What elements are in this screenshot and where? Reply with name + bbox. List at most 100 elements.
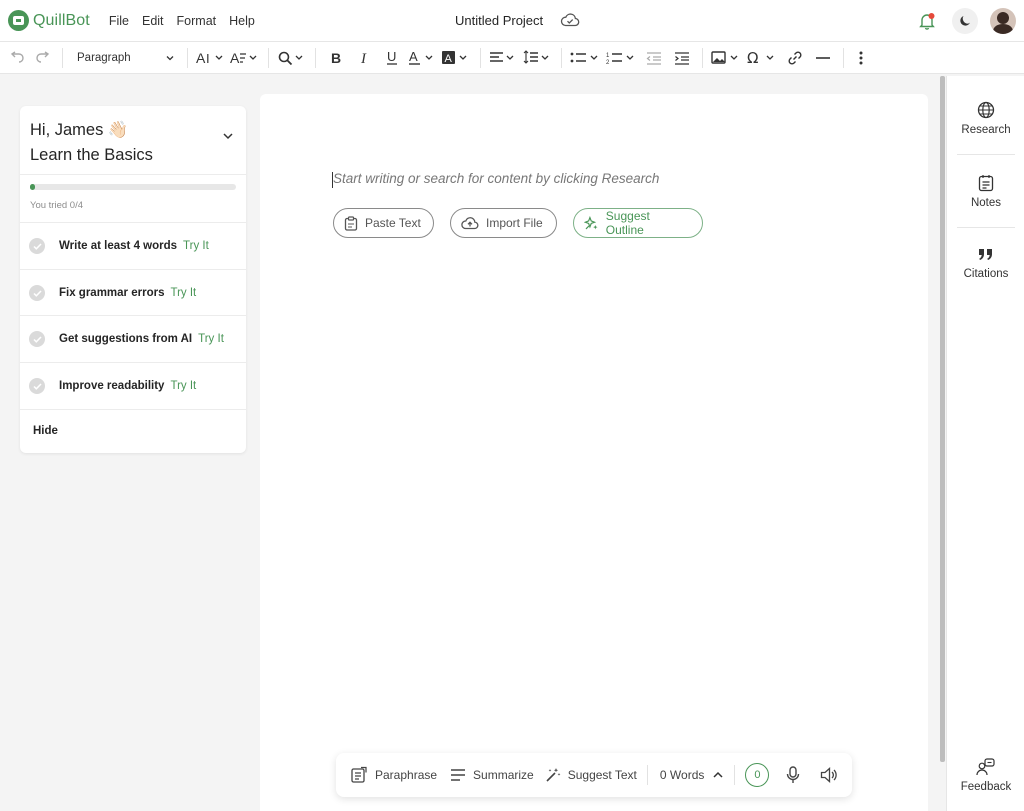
svg-text:A: A xyxy=(230,50,240,66)
quillbot-logo-icon xyxy=(8,10,29,31)
paraphrase-button[interactable]: Paraphrase xyxy=(350,766,437,784)
check-circle-icon xyxy=(29,285,45,301)
link-icon[interactable] xyxy=(781,45,809,71)
hide-button[interactable]: Hide xyxy=(33,425,58,437)
paste-text-label: Paste Text xyxy=(365,216,421,230)
clipboard-icon xyxy=(344,215,358,231)
progress-fill xyxy=(30,184,36,190)
collapse-chevron-icon[interactable] xyxy=(222,130,234,142)
editor-canvas[interactable]: Start writing or search for content by c… xyxy=(260,94,928,811)
svg-text:U: U xyxy=(387,50,396,64)
sparkle-icon xyxy=(584,215,598,229)
special-character-omega-icon[interactable]: Ω xyxy=(745,45,781,71)
paragraph-style-select[interactable]: Paragraph xyxy=(69,45,181,71)
toolbar-divider xyxy=(62,47,63,68)
citations-tab[interactable]: Citations xyxy=(947,247,1024,280)
suggest-outline-button[interactable]: Suggest Outline xyxy=(573,208,703,238)
menu-bar: File Edit Format Help xyxy=(109,14,255,28)
user-avatar[interactable] xyxy=(990,8,1016,34)
menu-file[interactable]: File xyxy=(109,14,129,28)
menu-help[interactable]: Help xyxy=(229,14,255,28)
task-label: Get suggestions from AI xyxy=(59,333,193,345)
svg-text:A: A xyxy=(445,53,453,65)
font-size-icon[interactable]: AI xyxy=(194,45,228,71)
align-icon[interactable] xyxy=(487,45,521,71)
project-title[interactable]: Untitled Project xyxy=(455,13,543,28)
try-it-link[interactable]: Try It xyxy=(183,240,209,252)
bullet-list-icon[interactable] xyxy=(568,45,604,71)
read-aloud-button[interactable] xyxy=(820,767,838,783)
paraphrase-icon xyxy=(351,766,367,783)
italic-icon[interactable]: I xyxy=(350,45,378,71)
feedback-button[interactable]: Feedback xyxy=(947,758,1024,793)
notes-label: Notes xyxy=(970,197,1002,209)
outdent-icon[interactable] xyxy=(640,45,668,71)
check-circle-icon xyxy=(29,378,45,394)
magic-wand-icon xyxy=(546,768,561,782)
toolbar-divider xyxy=(315,47,316,68)
toolbar-divider xyxy=(268,47,269,68)
microphone-icon xyxy=(787,766,800,783)
toolbar-divider xyxy=(702,47,703,68)
globe-icon xyxy=(977,101,995,119)
onboarding-heading: Hi, James 👋🏻 Learn the Basics xyxy=(30,118,153,168)
redo-icon[interactable] xyxy=(30,45,56,71)
line-height-icon[interactable] xyxy=(521,45,555,71)
onboarding-title: Learn the Basics xyxy=(30,146,153,164)
menu-format[interactable]: Format xyxy=(177,14,217,28)
task-item[interactable]: Improve readability Try It xyxy=(20,363,246,409)
summarize-label: Summarize xyxy=(473,768,534,782)
suggest-text-button[interactable]: Suggest Text xyxy=(545,767,637,783)
svg-text:2: 2 xyxy=(606,60,610,66)
svg-text:A: A xyxy=(196,50,206,66)
task-item[interactable]: Fix grammar errors Try It xyxy=(20,270,246,316)
dark-mode-moon-icon[interactable] xyxy=(952,8,978,34)
chevron-down-icon xyxy=(166,55,174,60)
find-replace-icon[interactable] xyxy=(275,45,309,71)
more-options-icon[interactable] xyxy=(850,45,872,71)
try-it-link[interactable]: Try It xyxy=(170,287,196,299)
paste-text-button[interactable]: Paste Text xyxy=(333,208,434,238)
research-tab[interactable]: Research xyxy=(947,101,1024,136)
onboarding-card: Hi, James 👋🏻 Learn the Basics You tried … xyxy=(20,106,246,453)
bold-icon[interactable]: B xyxy=(322,45,350,71)
menu-edit[interactable]: Edit xyxy=(142,14,164,28)
summarize-button[interactable]: Summarize xyxy=(450,768,534,782)
quote-icon xyxy=(979,249,992,260)
image-icon[interactable] xyxy=(709,45,745,71)
chevron-up-icon xyxy=(713,771,723,778)
notification-bell-icon[interactable] xyxy=(914,8,940,34)
bottom-action-bar: Paraphrase Summarize Suggest Text 0 Word… xyxy=(336,753,852,797)
text-color-icon[interactable]: A xyxy=(406,45,440,71)
notes-tab[interactable]: Notes xyxy=(947,174,1024,209)
editor-scrollbar[interactable] xyxy=(940,76,945,762)
suggest-text-label: Suggest Text xyxy=(567,768,637,782)
try-it-link[interactable]: Try It xyxy=(170,380,196,392)
task-item[interactable]: Write at least 4 words Try It xyxy=(20,223,246,269)
toolbar-divider xyxy=(843,47,844,68)
divider xyxy=(957,154,1015,155)
svg-text:Ω: Ω xyxy=(747,50,758,66)
feedback-label: Feedback xyxy=(960,781,1012,793)
numbered-list-icon[interactable]: 12 xyxy=(604,45,640,71)
undo-icon[interactable] xyxy=(4,45,30,71)
task-item[interactable]: Get suggestions from AI Try It xyxy=(20,316,246,362)
notes-icon xyxy=(978,175,994,192)
svg-text:A: A xyxy=(409,50,418,64)
check-circle-icon xyxy=(29,331,45,347)
highlight-icon[interactable]: A xyxy=(440,45,474,71)
indent-icon[interactable] xyxy=(668,45,696,71)
check-circle-icon xyxy=(29,238,45,254)
divider xyxy=(20,409,246,410)
editor-placeholder: Start writing or search for content by c… xyxy=(333,171,660,186)
cloud-sync-icon[interactable] xyxy=(560,12,580,33)
underline-icon[interactable]: U xyxy=(378,45,406,71)
horizontal-rule-icon[interactable] xyxy=(809,45,837,71)
word-count-toggle[interactable]: 0 Words xyxy=(660,768,724,782)
quillbot-logo[interactable]: QuillBot xyxy=(8,10,90,31)
microphone-button[interactable] xyxy=(786,766,800,784)
try-it-link[interactable]: Try It xyxy=(198,333,224,345)
text-style-icon[interactable]: A xyxy=(228,45,262,71)
import-file-button[interactable]: Import File xyxy=(450,208,557,238)
writing-score-badge[interactable]: 0 xyxy=(745,763,770,787)
